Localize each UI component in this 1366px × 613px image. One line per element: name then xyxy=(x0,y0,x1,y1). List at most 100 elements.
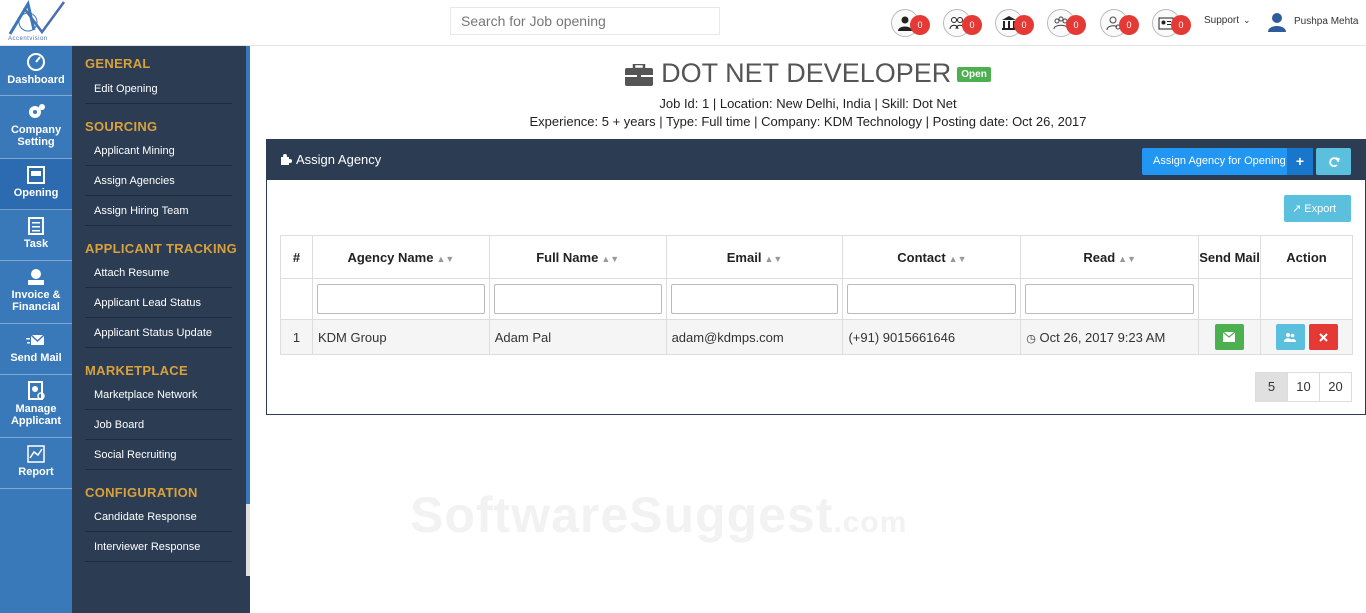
section-title-general: GENERAL xyxy=(85,56,151,71)
icon-sidebar: Dashboard Company Setting Opening Task I… xyxy=(0,46,72,613)
status-badge: Open xyxy=(957,67,991,83)
cell-action xyxy=(1260,319,1353,355)
section-title-marketplace: MARKETPLACE xyxy=(85,363,188,378)
nav-report[interactable]: Report xyxy=(0,438,72,489)
notification-team-button[interactable]: 0 xyxy=(1047,9,1086,37)
assign-user-button[interactable] xyxy=(1275,324,1305,350)
submenu-item-candidate-response[interactable]: Candidate Response xyxy=(85,502,232,532)
job-header: DOT NET DEVELOPER Open xyxy=(250,58,1366,89)
filter-cell-empty xyxy=(1260,278,1353,320)
top-bar: Accentvision Search for Job opening 0 0 … xyxy=(0,0,1366,46)
export-icon: ↗ xyxy=(1292,203,1302,215)
sort-icon: ▲▼ xyxy=(436,253,455,264)
submenu-item-assign-hiring-team[interactable]: Assign Hiring Team xyxy=(85,196,232,226)
submenu-item-applicant-lead-status[interactable]: Applicant Lead Status xyxy=(85,288,232,318)
assign-agency-button[interactable]: Assign Agency for Opening + xyxy=(1142,148,1313,175)
cell-read-value: Oct 26, 2017 9:23 AM xyxy=(1039,329,1166,345)
submenu-item-attach-resume[interactable]: Attach Resume xyxy=(85,258,232,288)
submenu-item-social-recruiting[interactable]: Social Recruiting xyxy=(85,440,232,470)
gear-icon xyxy=(29,104,45,118)
submenu-item-marketplace-network[interactable]: Marketplace Network xyxy=(85,380,232,410)
page-size-20[interactable]: 20 xyxy=(1319,372,1352,402)
filter-contact-input[interactable] xyxy=(847,284,1017,314)
notification-id-card-button[interactable]: 0 xyxy=(1152,9,1191,37)
filter-cell-empty xyxy=(1198,278,1262,320)
nav-opening[interactable]: Opening xyxy=(0,159,72,210)
clock-icon: ◷ xyxy=(1026,332,1036,345)
dashboard-icon xyxy=(27,53,45,71)
section-title-sourcing: SOURCING xyxy=(85,119,158,134)
user-avatar-icon[interactable] xyxy=(1268,12,1286,32)
export-label: Export xyxy=(1304,203,1337,215)
page-size-10[interactable]: 10 xyxy=(1287,372,1320,402)
notification-users-button[interactable]: 0 xyxy=(943,9,982,37)
refresh-button[interactable] xyxy=(1316,148,1351,175)
col-header-num: # xyxy=(280,235,313,279)
submenu-item-edit-opening[interactable]: Edit Opening xyxy=(85,74,232,104)
notification-user-button[interactable]: 0 xyxy=(891,9,930,37)
nav-task[interactable]: Task xyxy=(0,210,72,261)
send-mail-button[interactable] xyxy=(1215,324,1245,350)
export-button[interactable]: ↗ Export xyxy=(1284,195,1351,222)
cell-email: adam@kdmps.com xyxy=(665,319,844,355)
job-meta-line2: Experience: 5 + years | Type: Full time … xyxy=(529,114,1087,129)
nav-label: Company Setting xyxy=(10,124,62,148)
cell-send-mail xyxy=(1198,319,1262,355)
filter-read-input[interactable] xyxy=(1025,284,1195,314)
manage-applicant-icon xyxy=(28,381,45,400)
submenu-item-assign-agencies[interactable]: Assign Agencies xyxy=(85,166,232,196)
puzzle-icon xyxy=(281,154,292,165)
nav-label: Manage Applicant xyxy=(10,403,62,427)
notification-badge: 0 xyxy=(1014,15,1034,35)
notification-badge: 0 xyxy=(1171,15,1191,35)
filter-email-input[interactable] xyxy=(670,284,839,314)
notification-user-search-button[interactable]: 0 xyxy=(1100,9,1139,37)
nav-label: Opening xyxy=(13,187,59,199)
cell-full-name: Adam Pal xyxy=(488,319,667,355)
filter-row xyxy=(280,278,1353,320)
delete-button[interactable] xyxy=(1308,324,1338,350)
nav-manage-applicant[interactable]: Manage Applicant xyxy=(0,375,72,438)
panel-header: Assign Agency Assign Agency for Opening … xyxy=(267,140,1365,180)
notification-badge: 0 xyxy=(910,15,930,35)
submenu-item-applicant-mining[interactable]: Applicant Mining xyxy=(85,136,232,166)
page-size-5[interactable]: 5 xyxy=(1255,372,1288,402)
col-header-read[interactable]: Read ▲▼ xyxy=(1020,235,1200,279)
chevron-down-icon: ⌄ xyxy=(1243,15,1251,25)
nav-send-mail[interactable]: Send Mail xyxy=(0,324,72,375)
support-dropdown[interactable]: Support ⌄ xyxy=(1204,15,1251,26)
search-input[interactable]: Search for Job opening xyxy=(450,7,720,35)
submenu-item-interviewer-response[interactable]: Interviewer Response xyxy=(85,532,232,562)
assign-agency-label: Assign Agency for Opening xyxy=(1153,155,1286,167)
notification-bank-button[interactable]: 0 xyxy=(995,9,1034,37)
nav-dashboard[interactable]: Dashboard xyxy=(0,46,72,96)
col-header-agency-name[interactable]: Agency Name ▲▼ xyxy=(311,235,490,279)
col-header-contact[interactable]: Contact ▲▼ xyxy=(842,235,1022,279)
nav-company-setting[interactable]: Company Setting xyxy=(0,96,72,159)
col-header-email[interactable]: Email ▲▼ xyxy=(665,235,844,279)
refresh-icon xyxy=(1328,156,1340,167)
panel-title: Assign Agency xyxy=(296,152,382,167)
nav-label: Task xyxy=(23,238,49,250)
table-header-row: # Agency Name ▲▼ Full Name ▲▼ Email ▲▼ Cont… xyxy=(280,235,1353,279)
nav-label: Send Mail xyxy=(10,352,62,364)
filter-cell-empty xyxy=(280,278,313,320)
filter-agency-name-input[interactable] xyxy=(316,284,485,314)
task-icon xyxy=(28,217,44,235)
close-icon xyxy=(1318,333,1328,342)
submenu-item-job-board[interactable]: Job Board xyxy=(85,410,232,440)
users-icon xyxy=(1283,333,1296,342)
app-logo[interactable]: Accentvision xyxy=(2,0,74,45)
user-name[interactable]: Pushpa Mehta xyxy=(1294,16,1359,27)
filter-full-name-input[interactable] xyxy=(493,284,662,314)
nav-invoice-financial[interactable]: Invoice & Financial xyxy=(0,261,72,324)
job-meta-line1: Job Id: 1 | Location: New Delhi, India |… xyxy=(659,96,957,111)
cell-num: 1 xyxy=(280,319,313,355)
logo-icon xyxy=(8,0,66,35)
submenu-item-applicant-status-update[interactable]: Applicant Status Update xyxy=(85,318,232,348)
assign-agency-panel: Assign Agency Assign Agency for Opening … xyxy=(266,139,1366,415)
notification-badge: 0 xyxy=(1066,15,1086,35)
sort-icon: ▲▼ xyxy=(764,253,783,264)
col-header-full-name[interactable]: Full Name ▲▼ xyxy=(488,235,667,279)
section-submenu: GENERAL Edit Opening SOURCING Applicant … xyxy=(72,46,250,613)
